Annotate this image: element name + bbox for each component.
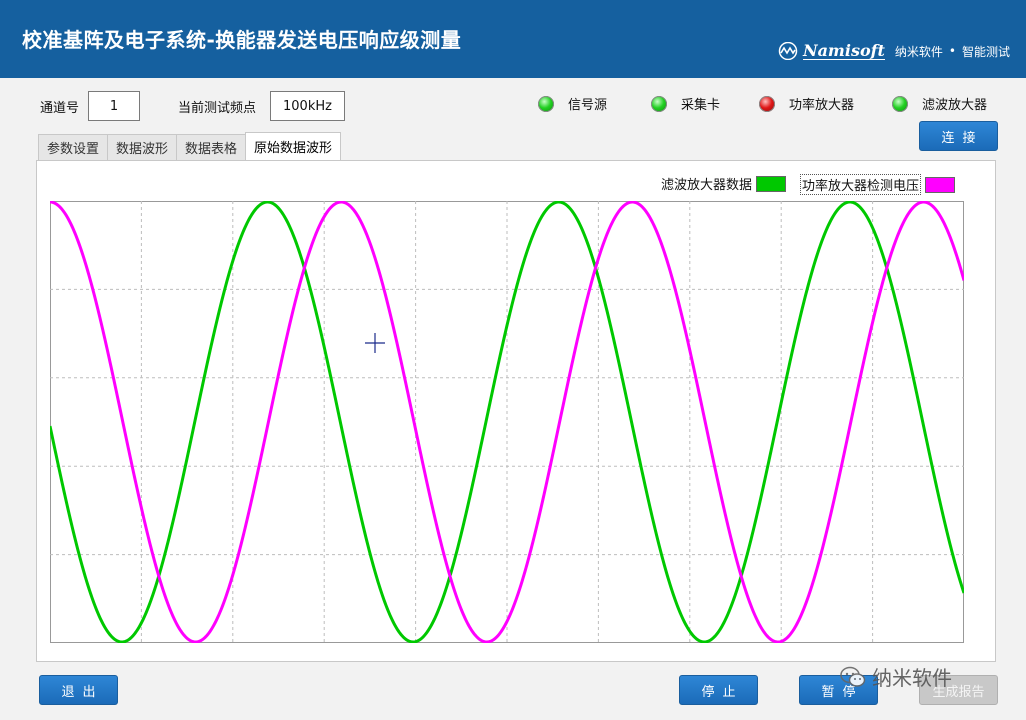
brand-name: Namisoft xyxy=(802,40,885,60)
indicator-label: 采集卡 xyxy=(681,98,721,113)
tab-data-waveform[interactable]: 数据波形 xyxy=(107,134,178,160)
brand-tagline: 智能测试 xyxy=(961,44,1010,59)
legend-swatch xyxy=(925,176,956,193)
tab-raw-data-waveform[interactable]: 原始数据波形 xyxy=(245,132,342,160)
legend-label: 功率放大器检测电压 xyxy=(800,174,922,195)
tab-bar: 参数设置 数据波形 数据表格 原始数据波形 xyxy=(38,132,342,160)
indicator-label: 滤波放大器 xyxy=(922,98,988,113)
tab-data-table[interactable]: 数据表格 xyxy=(176,134,247,160)
watermark: 纳米软件 xyxy=(840,662,952,691)
legend-swatch xyxy=(756,175,787,192)
brand-cn: 纳米软件 xyxy=(894,44,943,59)
stop-button[interactable]: 停止 xyxy=(679,675,758,705)
brand-separator: • xyxy=(948,44,956,58)
indicator-power-amplifier: 功率放大器 xyxy=(759,94,854,113)
status-led-icon xyxy=(892,95,908,112)
exit-button[interactable]: 退出 xyxy=(39,675,118,705)
indicator-signal-source: 信号源 xyxy=(538,94,607,113)
frequency-input[interactable]: 100kHz xyxy=(270,91,345,121)
status-led-icon xyxy=(538,95,554,112)
window-title: 校准基阵及电子系统-换能器发送电压响应级测量 xyxy=(22,28,462,52)
channel-input[interactable]: 1 xyxy=(88,91,140,121)
indicator-acquisition-card: 采集卡 xyxy=(651,94,720,113)
legend-filter-amplifier: 滤波放大器数据 xyxy=(661,174,787,193)
indicator-label: 功率放大器 xyxy=(789,98,855,113)
legend-power-amplifier: 功率放大器检测电压 xyxy=(800,174,956,195)
legend-label: 滤波放大器数据 xyxy=(661,178,753,193)
waveform-chart[interactable] xyxy=(50,201,964,643)
status-led-icon xyxy=(651,95,667,112)
tab-parameter-settings[interactable]: 参数设置 xyxy=(38,134,109,160)
indicator-filter-amplifier: 滤波放大器 xyxy=(892,94,987,113)
namisoft-logo-icon xyxy=(778,42,798,60)
frequency-label: 当前测试频点 xyxy=(178,101,257,116)
watermark-text: 纳米软件 xyxy=(872,666,952,690)
connect-button[interactable]: 连接 xyxy=(919,121,998,151)
brand: Namisoft 纳米软件 • 智能测试 xyxy=(777,42,1010,60)
wechat-icon xyxy=(840,666,866,687)
channel-label: 通道号 xyxy=(40,101,80,116)
title-bar: 校准基阵及电子系统-换能器发送电压响应级测量 Namisoft 纳米软件 • 智… xyxy=(0,0,1026,78)
indicator-label: 信号源 xyxy=(568,98,608,113)
status-led-icon xyxy=(759,95,775,112)
